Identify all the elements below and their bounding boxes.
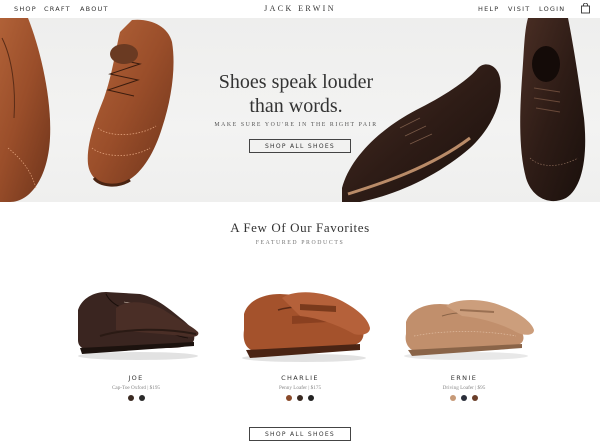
hero-subtitle: MAKE SURE YOU'RE IN THE RIGHT PAIR: [214, 122, 378, 128]
nav-visit-link[interactable]: VISIT: [508, 5, 530, 13]
hero-shop-all-button[interactable]: SHOP ALL SHOES: [249, 139, 351, 153]
swatch-black[interactable]: [308, 395, 314, 401]
swatch-brown[interactable]: [472, 395, 478, 401]
product-swatches-charlie: [220, 395, 380, 401]
nav-login-link[interactable]: LOGIN: [539, 5, 565, 13]
featured-subtitle: FEATURED PRODUCTS: [255, 240, 345, 246]
hero-title-line2: than words.: [249, 95, 343, 117]
nav-help-link[interactable]: HELP: [478, 5, 499, 13]
product-desc-joe: Cap-Toe Oxford | $195: [111, 385, 161, 391]
top-nav: SHOP CRAFT ABOUT JACK ERWIN HELP VISIT L…: [0, 0, 600, 18]
swatch-tan[interactable]: [286, 395, 292, 401]
product-swatches-joe: [56, 395, 216, 401]
product-name-charlie: CHARLIE: [281, 374, 319, 382]
hero-title-line1: Shoes speak louder: [218, 71, 374, 93]
swatch-brown[interactable]: [297, 395, 303, 401]
product-desc-ernie: Driving Loafer | $95: [442, 385, 486, 391]
product-card-joe[interactable]: JOE Cap-Toe Oxford | $195: [56, 270, 216, 410]
product-card-charlie[interactable]: CHARLIE Penny Loafer | $175: [220, 270, 380, 410]
featured-shop-all-button[interactable]: SHOP ALL SHOES: [249, 427, 351, 441]
product-image-joe: [78, 292, 199, 360]
product-desc-charlie: Penny Loafer | $175: [278, 385, 322, 391]
swatch-brown[interactable]: [127, 395, 134, 401]
bag-icon[interactable]: [580, 3, 591, 14]
swatch-black[interactable]: [138, 395, 145, 401]
product-card-ernie[interactable]: ERNIE Driving Loafer | $95: [384, 270, 544, 410]
product-name-ernie: ERNIE: [450, 374, 478, 382]
product-image-ernie: [404, 300, 534, 360]
product-swatches-ernie: [384, 395, 544, 401]
swatch-navy[interactable]: [461, 395, 467, 401]
hero-banner: Shoes speak louder than words. MAKE SURE…: [0, 18, 600, 202]
product-image-charlie: [242, 292, 370, 362]
hero-title: Shoes speak louder than words.: [196, 70, 396, 118]
product-name-joe: JOE: [128, 374, 144, 382]
featured-title: A Few Of Our Favorites: [230, 220, 370, 235]
swatch-taupe[interactable]: [450, 395, 456, 401]
